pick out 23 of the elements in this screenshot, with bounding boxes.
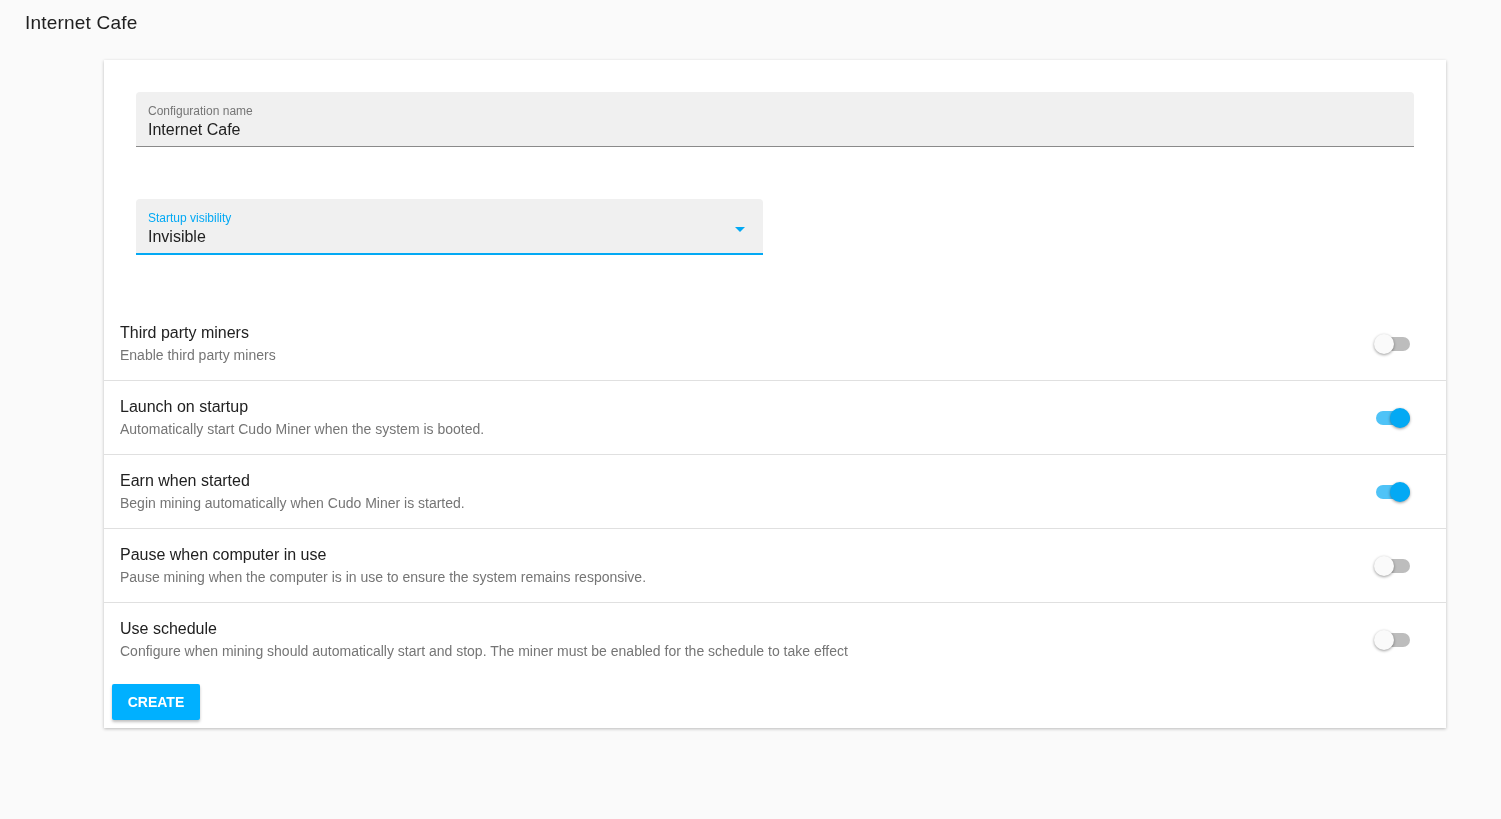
setting-description: Pause mining when the computer is in use to ensure the system remains responsive.	[120, 568, 648, 587]
toggle-switch[interactable]	[1374, 629, 1410, 650]
field-value: Invisible	[148, 227, 207, 247]
field-label: Configuration name	[148, 104, 254, 118]
setting-title: Earn when started	[120, 471, 251, 491]
setting-title: Third party miners	[120, 323, 250, 343]
setting-description: Automatically start Cudo Miner when the system is booted.	[120, 420, 486, 439]
field-label: Startup visibility	[148, 211, 233, 225]
setting-description: Configure when mining should automatically start and stop. The miner must be enabled for the schedule to take effect	[120, 642, 849, 661]
configuration-name-field[interactable]: Configuration name Internet Cafe	[136, 92, 1414, 147]
startup-visibility-select[interactable]: Startup visibility Invisible	[136, 199, 763, 255]
caret-icon	[735, 227, 745, 232]
page-title: Internet Cafe	[24, 11, 139, 35]
toggle-switch[interactable]	[1374, 481, 1410, 502]
toggle-switch[interactable]	[1374, 333, 1410, 354]
setting-title: Pause when computer in use	[120, 545, 328, 565]
field-value: Internet Cafe	[148, 120, 242, 140]
toggle-switch[interactable]	[1374, 407, 1410, 428]
setting-description: Enable third party miners	[120, 346, 277, 365]
setting-description: Begin mining automatically when Cudo Miner is started.	[120, 494, 466, 513]
toggle-switch[interactable]	[1374, 555, 1410, 576]
setting-title: Use schedule	[120, 619, 218, 639]
setting-title: Launch on startup	[120, 397, 250, 417]
